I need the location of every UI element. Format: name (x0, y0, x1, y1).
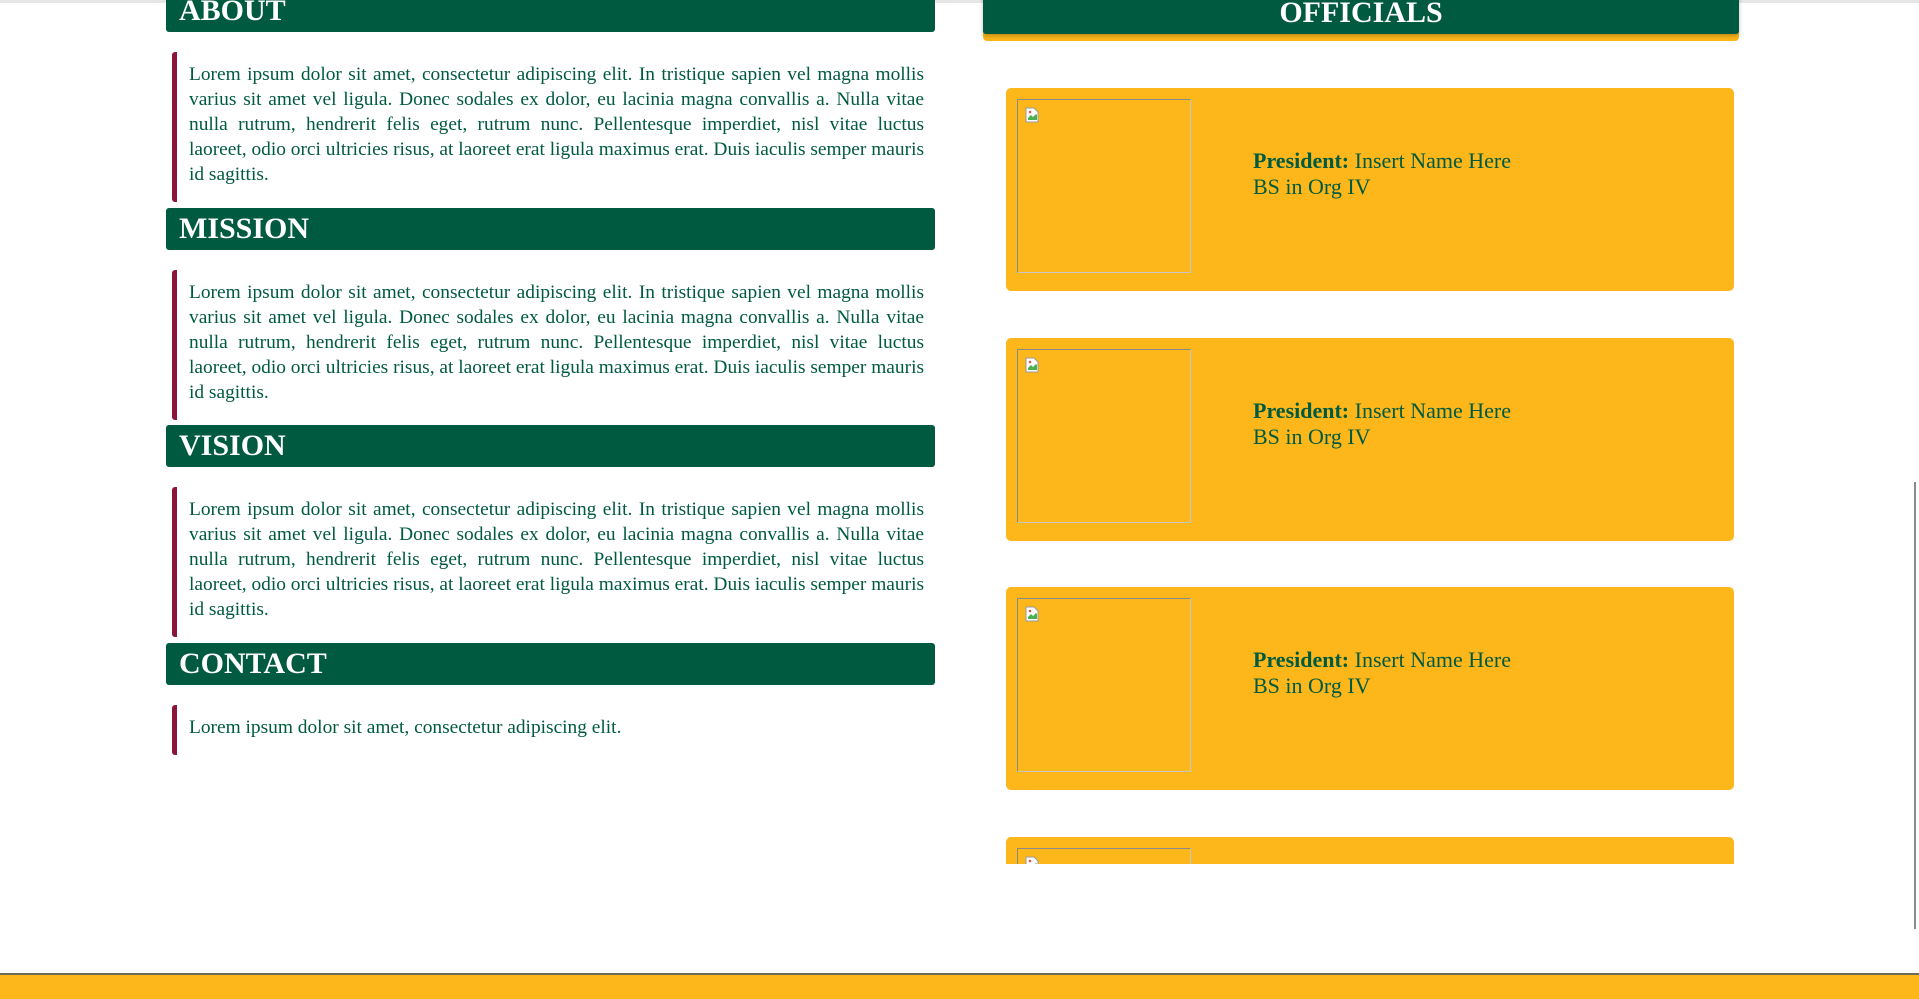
official-card: President: Insert Name Here BS in Org IV (1006, 88, 1734, 291)
about-text: Lorem ipsum dolor sit amet, consectetur … (172, 52, 924, 202)
official-role: President: (1253, 148, 1350, 173)
contact-text: Lorem ipsum dolor sit amet, consectetur … (172, 705, 924, 755)
page: ABOUT Lorem ipsum dolor sit amet, consec… (0, 0, 1919, 999)
broken-image-icon (1025, 357, 1039, 373)
officials-scroll-area[interactable]: President: Insert Name Here BS in Org IV (1006, 88, 1734, 864)
official-name: Insert Name Here (1354, 647, 1512, 672)
broken-image-icon (1025, 107, 1039, 123)
official-name: Insert Name Here (1354, 148, 1512, 173)
contact-heading: CONTACT (166, 643, 935, 685)
official-card: President: Insert Name Here BS in Org IV (1006, 587, 1734, 790)
official-program: BS in Org IV (1253, 174, 1371, 199)
page-scrollbar[interactable] (1914, 482, 1916, 929)
official-role: President: (1253, 647, 1350, 672)
about-heading: ABOUT (166, 0, 935, 32)
official-name: Insert Name Here (1354, 398, 1512, 423)
official-card: President: Insert Name Here BS in Org IV (1006, 338, 1734, 541)
broken-image-icon (1025, 856, 1039, 864)
official-info: President: Insert Name Here BS in Org IV (1253, 647, 1511, 699)
official-photo (1017, 349, 1191, 523)
official-role: President: (1253, 398, 1350, 423)
official-photo (1017, 848, 1191, 864)
mission-text: Lorem ipsum dolor sit amet, consectetur … (172, 270, 924, 420)
vision-heading: VISION (166, 425, 935, 467)
officials-heading: OFFICIALS (983, 0, 1739, 34)
vision-text: Lorem ipsum dolor sit amet, consectetur … (172, 487, 924, 637)
official-info: President: Insert Name Here BS in Org IV (1253, 398, 1511, 450)
official-program: BS in Org IV (1253, 673, 1371, 698)
official-card (1006, 837, 1734, 864)
broken-image-icon (1025, 606, 1039, 622)
official-program: BS in Org IV (1253, 424, 1371, 449)
official-info: President: Insert Name Here BS in Org IV (1253, 148, 1511, 200)
footer-bar (0, 973, 1919, 999)
mission-heading: MISSION (166, 208, 935, 250)
official-photo (1017, 598, 1191, 772)
official-photo (1017, 99, 1191, 273)
